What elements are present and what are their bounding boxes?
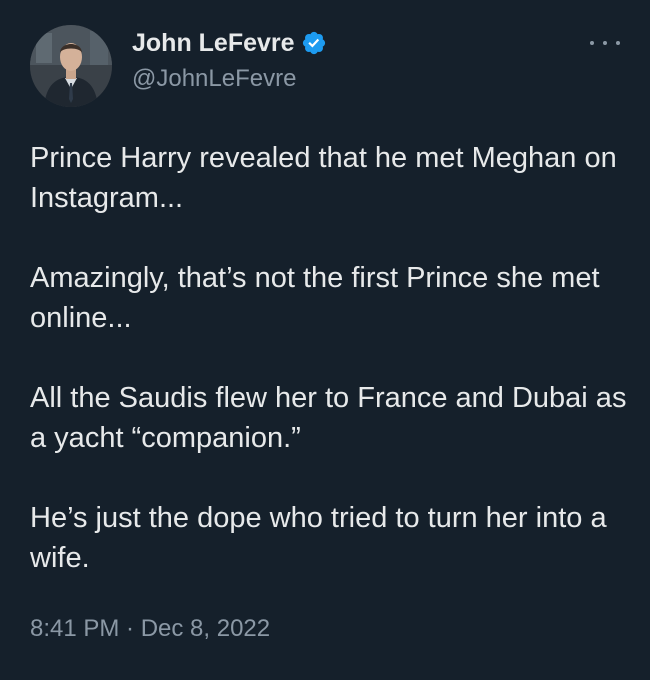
avatar[interactable] [30,25,112,107]
more-options-icon[interactable] [590,28,620,58]
author-handle[interactable]: @JohnLeFevre [132,64,296,94]
author-name-row: John LeFevre [132,28,327,58]
more-dot [616,41,620,45]
more-dot [603,41,607,45]
tweet-paragraph: Amazingly, that’s not the first Prince s… [30,262,600,334]
tweet-paragraph: Prince Harry revealed that he met Meghan… [30,142,617,214]
author-display-name[interactable]: John LeFevre [132,28,295,58]
verified-badge-icon [301,30,327,56]
tweet-text: Prince Harry revealed that he met Meghan… [30,138,630,618]
tweet-card: John LeFevre @JohnLeFevre Prince Harry r… [0,0,650,680]
tweet-paragraph: He’s just the dope who tried to turn her… [30,502,607,574]
avatar-photo [30,25,112,107]
tweet-paragraph: All the Saudis flew her to France and Du… [30,382,627,454]
more-dot [590,41,594,45]
tweet-timestamp[interactable]: 8:41 PM · Dec 8, 2022 [30,612,270,646]
